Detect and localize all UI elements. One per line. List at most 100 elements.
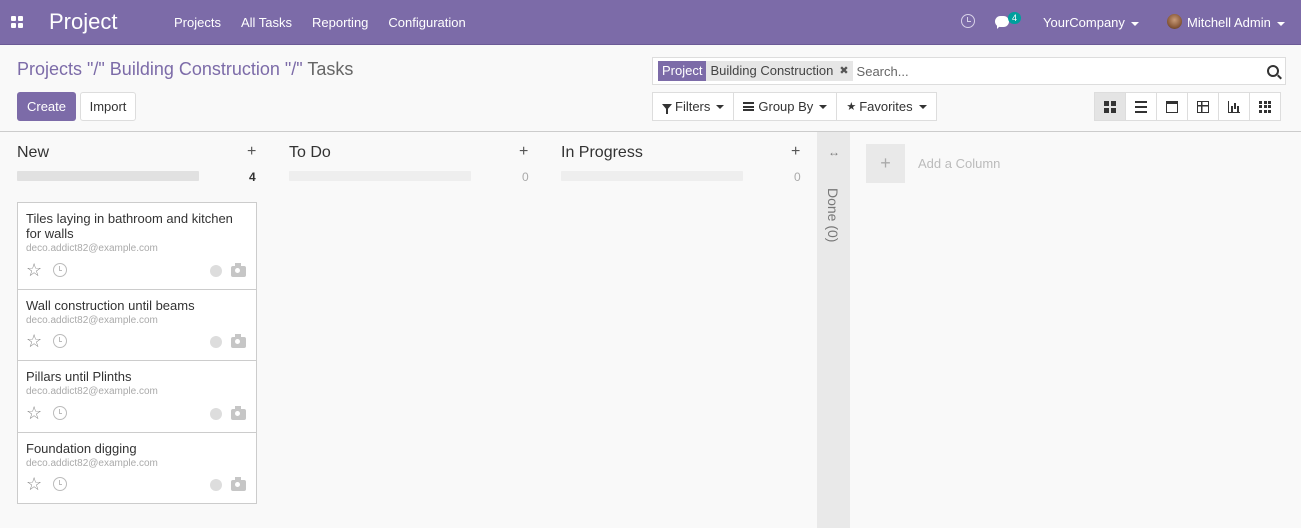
column-title-to-do: To Do [289, 144, 331, 161]
column-count: 0 [522, 170, 529, 184]
company-switcher[interactable]: YourCompany [1043, 15, 1139, 30]
card-email: deco.addict82@example.com [26, 243, 158, 254]
kanban-state-dot[interactable] [210, 479, 222, 491]
list-view-button[interactable] [1125, 92, 1157, 121]
camera-icon[interactable] [231, 406, 246, 420]
graph-view-button[interactable] [1218, 92, 1250, 121]
column-progress-bar[interactable] [17, 171, 199, 181]
kanban-card[interactable]: Foundation digging deco.addict82@example… [17, 432, 257, 504]
kanban-card[interactable]: Wall construction until beams deco.addic… [17, 289, 257, 361]
card-title: Foundation digging [26, 441, 137, 456]
add-column-button[interactable]: + [866, 144, 905, 183]
activity-clock-icon[interactable] [53, 263, 67, 277]
breadcrumb-parent[interactable]: Projects "/" Building Construction "/" [17, 59, 303, 79]
create-button[interactable]: Create [17, 92, 76, 121]
calendar-view-button[interactable] [1156, 92, 1188, 121]
caret-down-icon [819, 104, 828, 109]
user-menu[interactable]: Mitchell Admin [1187, 15, 1285, 30]
group-by-icon [743, 102, 755, 111]
filters-label: Filters [675, 99, 711, 114]
control-panel-divider [0, 131, 1301, 132]
view-switcher [1094, 92, 1281, 121]
activity-clock-icon[interactable] [53, 477, 67, 491]
card-title: Wall construction until beams [26, 298, 195, 313]
breadcrumb-current: Tasks [307, 59, 354, 79]
caret-down-icon [918, 104, 927, 109]
grid-view-button[interactable] [1249, 92, 1281, 121]
search-bar: Project Building Construction ✖ [652, 57, 1286, 85]
star-icon[interactable]: ☆ [26, 475, 42, 493]
column-progress-bar[interactable] [561, 171, 743, 181]
bar-chart-icon [1228, 100, 1240, 113]
camera-icon[interactable] [231, 477, 246, 491]
folded-column-title: Done (0) [825, 188, 841, 243]
menu-item-all-tasks[interactable]: All Tasks [241, 15, 292, 30]
kanban-state-dot[interactable] [210, 408, 222, 420]
messages-badge: 4 [1008, 12, 1022, 24]
apps-menu-icon[interactable] [11, 16, 23, 28]
group-by-label: Group By [758, 99, 814, 114]
column-quick-create-icon[interactable]: + [519, 143, 528, 161]
search-icon[interactable] [1267, 65, 1279, 77]
kanban-view-button[interactable] [1094, 92, 1126, 121]
group-by-dropdown[interactable]: Group By [733, 92, 838, 121]
facet-remove-icon[interactable]: ✖ [839, 61, 848, 81]
caret-down-icon [716, 104, 725, 109]
card-email: deco.addict82@example.com [26, 458, 158, 469]
calendar-icon [1166, 100, 1178, 113]
column-title-new: New [17, 144, 50, 161]
card-title: Tiles laying in bathroom and kitchen for… [26, 211, 233, 241]
pivot-view-button[interactable] [1187, 92, 1219, 121]
camera-icon[interactable] [231, 334, 246, 348]
facet-value: Building Construction ✖ [706, 61, 853, 81]
favorites-label: Favorites [859, 99, 913, 114]
star-icon[interactable]: ☆ [26, 332, 42, 350]
kanban-icon [1104, 100, 1116, 113]
favorites-dropdown[interactable]: ★ Favorites [836, 92, 937, 121]
folded-column-done[interactable]: ↔ Done (0) [817, 132, 850, 528]
facet-label: Project [658, 61, 707, 81]
messages-chat-icon[interactable] [995, 16, 1009, 29]
main-menu: Projects All Tasks Reporting Configurati… [174, 15, 486, 30]
breadcrumb: Projects "/" Building Construction "/" T… [17, 59, 353, 80]
grid-icon [1259, 100, 1271, 113]
menu-item-reporting[interactable]: Reporting [312, 15, 368, 30]
caret-down-icon [1130, 21, 1139, 26]
camera-icon[interactable] [231, 263, 246, 277]
user-name: Mitchell Admin [1187, 15, 1271, 30]
column-quick-create-icon[interactable]: + [791, 143, 800, 161]
search-input[interactable] [854, 63, 1235, 79]
table-icon [1197, 100, 1209, 113]
app-title[interactable]: Project [49, 9, 117, 35]
company-name: YourCompany [1043, 15, 1125, 30]
user-avatar[interactable] [1167, 14, 1182, 29]
activity-clock-icon[interactable] [53, 406, 67, 420]
card-email: deco.addict82@example.com [26, 386, 158, 397]
kanban-state-dot[interactable] [210, 336, 222, 348]
search-facet: Project Building Construction ✖ [658, 61, 853, 81]
card-title: Pillars until Plinths [26, 369, 132, 384]
import-button[interactable]: Import [80, 92, 136, 121]
add-column-label[interactable]: Add a Column [918, 156, 1000, 171]
list-icon [1135, 100, 1147, 113]
activity-clock-icon[interactable] [53, 334, 67, 348]
star-icon: ★ [846, 101, 857, 113]
top-navbar: Project Projects All Tasks Reporting Con… [0, 0, 1301, 45]
kanban-card[interactable]: Tiles laying in bathroom and kitchen for… [17, 202, 257, 290]
column-progress-bar[interactable] [289, 171, 471, 181]
kanban-card[interactable]: Pillars until Plinths deco.addict82@exam… [17, 360, 257, 433]
filters-dropdown[interactable]: Filters [652, 92, 735, 121]
card-email: deco.addict82@example.com [26, 315, 158, 326]
unfold-arrows-icon[interactable]: ↔ [828, 145, 840, 159]
kanban-state-dot[interactable] [210, 265, 222, 277]
menu-item-projects[interactable]: Projects [174, 15, 221, 30]
activity-clock-icon[interactable] [961, 14, 975, 28]
star-icon[interactable]: ☆ [26, 261, 42, 279]
filter-icon [662, 103, 672, 114]
facet-value-text: Building Construction [710, 63, 834, 78]
menu-item-configuration[interactable]: Configuration [388, 15, 465, 30]
star-icon[interactable]: ☆ [26, 404, 42, 422]
search-options: Filters Group By ★ Favorites [652, 92, 937, 121]
column-count: 0 [794, 170, 801, 184]
column-quick-create-icon[interactable]: + [247, 143, 256, 161]
